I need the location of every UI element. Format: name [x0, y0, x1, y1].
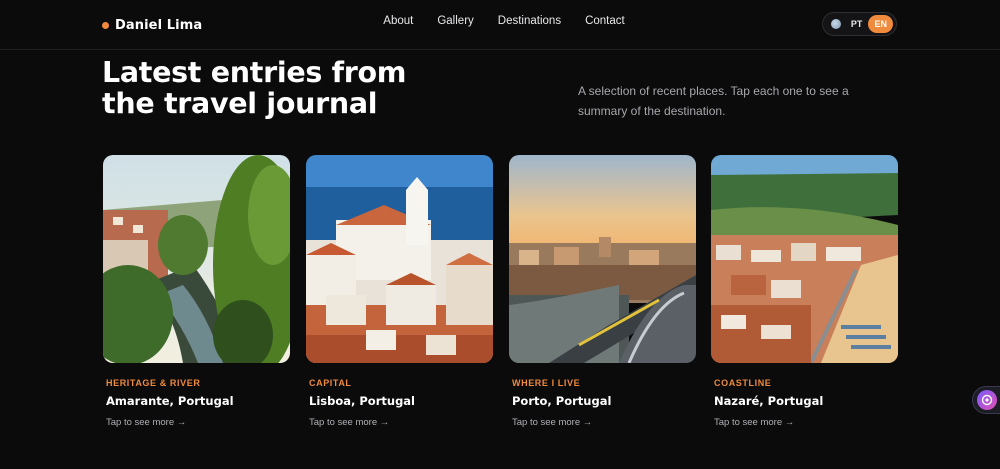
card-title: Porto, Portugal [512, 394, 612, 408]
destination-card-amarante[interactable]: HERITAGE & RIVER Amarante, Portugal Tap … [103, 155, 290, 435]
intro-text: A selection of recent places. Tap each o… [578, 84, 849, 118]
card-title: Amarante, Portugal [106, 394, 234, 408]
card-see-more-link[interactable]: Tap to see more → [714, 417, 794, 428]
card-tag: HERITAGE & RIVER [106, 378, 201, 388]
page-title: Latest entries from the travel journal [102, 56, 407, 120]
nav-link-gallery[interactable]: Gallery [425, 15, 485, 33]
card-title: Lisboa, Portugal [309, 394, 415, 408]
language-option-pt[interactable]: PT [845, 19, 869, 29]
beach-town-photo [711, 155, 898, 363]
church-rooftops-photo [306, 155, 493, 363]
destination-card-porto[interactable]: WHERE I LIVE Porto, Portugal Tap to see … [509, 155, 696, 435]
assistant-button[interactable] [972, 386, 1000, 414]
destination-card-nazare[interactable]: COASTLINE Nazaré, Portugal Tap to see mo… [711, 155, 898, 435]
assistant-icon [976, 390, 997, 410]
card-see-more-link[interactable]: Tap to see more → [106, 417, 186, 428]
bridge-sunset-photo [509, 155, 696, 363]
card-see-more-link[interactable]: Tap to see more → [309, 417, 389, 428]
globe-icon [831, 19, 841, 29]
language-switcher: PT EN [822, 12, 897, 36]
nav-link-contact[interactable]: Contact [573, 15, 637, 33]
destination-card-lisboa[interactable]: CAPITAL Lisboa, Portugal Tap to see more… [306, 155, 493, 435]
top-navigation: Daniel Lima About Gallery Destinations C… [0, 0, 1000, 50]
nav-link-destinations[interactable]: Destinations [486, 15, 573, 33]
card-title: Nazaré, Portugal [714, 394, 824, 408]
card-tag: WHERE I LIVE [512, 378, 581, 388]
language-option-en[interactable]: EN [868, 15, 893, 33]
nav-link-about[interactable]: About [371, 15, 425, 33]
river-town-photo [103, 155, 290, 363]
card-tag: COASTLINE [714, 378, 772, 388]
card-tag: CAPITAL [309, 378, 352, 388]
card-see-more-link[interactable]: Tap to see more → [512, 417, 592, 428]
